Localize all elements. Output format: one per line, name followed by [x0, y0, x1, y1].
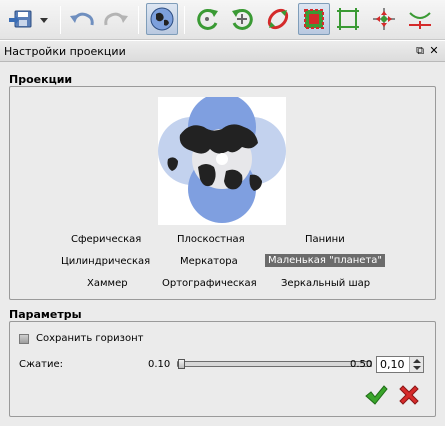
parameters-heading: Параметры	[9, 308, 82, 321]
compression-slider-handle[interactable]	[178, 359, 185, 369]
rotate-right-button[interactable]	[226, 3, 258, 35]
rotate-left-button[interactable]	[192, 3, 224, 35]
projection-option-spherical[interactable]: Сферическая	[68, 233, 144, 246]
spin-buttons	[409, 357, 423, 372]
projection-settings-button[interactable]	[146, 3, 178, 35]
compression-spinbox[interactable]: 0,10	[376, 356, 424, 373]
keep-horizon-label: Сохранить горизонт	[36, 333, 144, 344]
projection-option-hammer[interactable]: Хаммер	[84, 277, 131, 290]
slider-min-label: 0.10	[148, 359, 171, 370]
apply-button[interactable]	[364, 383, 388, 407]
projection-option-orthographic[interactable]: Ортографическая	[159, 277, 260, 290]
checkmark-icon	[365, 385, 388, 405]
compression-label: Сжатие:	[19, 359, 63, 370]
crop-select-button[interactable]	[298, 3, 330, 35]
projection-globe-icon	[150, 7, 174, 31]
toolbar	[0, 0, 445, 40]
flip-icon	[267, 8, 289, 30]
cross-icon	[399, 385, 419, 405]
projection-option-little-planet[interactable]: Маленькая "планета"	[265, 254, 385, 267]
straighten-icon	[409, 12, 431, 29]
crop-icon	[337, 8, 359, 30]
redo-icon	[104, 12, 128, 26]
projection-option-panini[interactable]: Панини	[302, 233, 348, 246]
undo-button[interactable]	[66, 3, 98, 35]
undo-icon	[70, 12, 94, 26]
save-icon	[9, 10, 48, 28]
projection-option-cylindrical[interactable]: Цилиндрическая	[58, 255, 153, 268]
close-icon[interactable]: ✕	[428, 45, 440, 57]
align-button[interactable]	[368, 3, 400, 35]
rotate-right-icon	[232, 8, 253, 30]
redo-button[interactable]	[100, 3, 132, 35]
straighten-button[interactable]	[404, 3, 436, 35]
projection-preview	[158, 97, 286, 225]
projection-option-planar[interactable]: Плоскостная	[174, 233, 248, 246]
spin-up-arrow-icon[interactable]	[413, 359, 421, 363]
panel-header: Настройки проекции ⧉ ✕	[0, 40, 445, 62]
dropdown-arrow-icon	[40, 18, 48, 23]
compression-spin-value[interactable]: 0,10	[380, 358, 405, 371]
projection-option-mirror-ball[interactable]: Зеркальный шар	[278, 277, 373, 290]
slider-max-label: 0.50	[350, 359, 373, 370]
undock-icon[interactable]: ⧉	[414, 45, 426, 57]
keep-horizon-checkbox[interactable]	[19, 333, 29, 344]
crop-select-icon	[304, 9, 324, 29]
flip-button[interactable]	[262, 3, 294, 35]
cancel-button[interactable]	[397, 383, 421, 407]
rotate-left-icon	[197, 8, 218, 30]
panel-title: Настройки проекции	[4, 45, 126, 58]
projections-heading: Проекции	[9, 73, 73, 86]
crop-button[interactable]	[332, 3, 364, 35]
save-button[interactable]	[4, 3, 54, 35]
little-planet-preview-image	[158, 97, 286, 225]
spin-down-arrow-icon[interactable]	[413, 366, 421, 370]
compression-slider[interactable]	[177, 359, 372, 369]
align-icon	[373, 8, 395, 30]
keep-horizon-row[interactable]: Сохранить горизонт	[19, 333, 143, 344]
projection-option-mercator[interactable]: Меркатора	[177, 255, 241, 268]
